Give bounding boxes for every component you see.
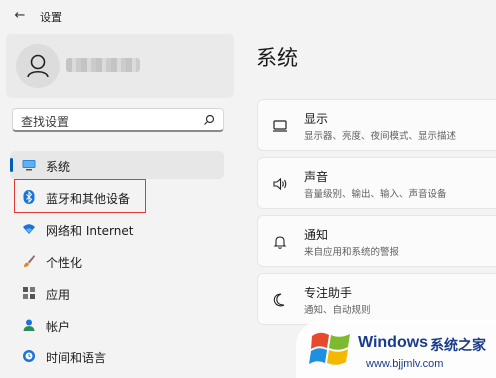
sidebar-item-personalization[interactable]: 个性化 <box>10 247 224 275</box>
card-title: 声音 <box>304 170 329 184</box>
windows-logo-icon <box>309 332 350 365</box>
settings-card-focus-assist[interactable]: 专注助手 通知、自动规则 <box>257 273 496 325</box>
moon-icon <box>273 293 285 307</box>
globe-clock-icon <box>23 350 35 362</box>
sidebar-item-label: 应用 <box>46 288 71 302</box>
apps-icon <box>23 287 35 299</box>
search-placeholder: 查找设置 <box>21 115 70 129</box>
card-title: 专注助手 <box>304 286 353 300</box>
person-icon <box>23 319 35 331</box>
sidebar-item-system[interactable]: 系统 <box>10 151 224 179</box>
monitor-icon <box>22 160 36 171</box>
person-icon <box>27 54 49 78</box>
sidebar-item-apps[interactable]: 应用 <box>10 279 224 307</box>
settings-card-notifications[interactable]: 通知 来自应用和系统的警报 <box>257 215 496 267</box>
selected-indicator <box>10 158 13 172</box>
search-input[interactable]: 查找设置 <box>12 108 224 132</box>
window-title: 设置 <box>40 11 62 24</box>
red-highlight-box <box>14 179 146 213</box>
settings-card-display[interactable]: 显示 显示器、亮度、夜间模式、显示描述 <box>257 99 496 151</box>
card-subtitle: 音量级别、输出、输入、声音设备 <box>304 189 447 200</box>
avatar <box>16 44 60 88</box>
settings-card-sound[interactable]: 声音 音量级别、输出、输入、声音设备 <box>257 157 496 209</box>
watermark-brand: Windows <box>358 334 429 351</box>
sidebar-item-network[interactable]: 网络和 Internet <box>10 215 224 243</box>
watermark-site-name: 系统之家 <box>430 338 486 354</box>
wifi-icon <box>23 224 35 234</box>
speaker-icon <box>273 177 287 191</box>
sidebar-item-label: 网络和 Internet <box>46 224 134 238</box>
sidebar-item-label: 系统 <box>46 160 71 174</box>
bell-icon <box>273 236 287 249</box>
sidebar-item-label: 个性化 <box>46 256 83 270</box>
card-subtitle: 来自应用和系统的警报 <box>304 247 400 258</box>
sidebar-item-label: 帐户 <box>46 320 71 334</box>
sidebar-item-time-language[interactable]: 时间和语言 <box>10 342 224 370</box>
page-title: 系统 <box>256 46 298 70</box>
title-bar: ← 设置 <box>0 0 496 32</box>
card-title: 显示 <box>304 112 329 126</box>
back-arrow-icon[interactable]: ← <box>12 8 28 24</box>
card-subtitle: 通知、自动规则 <box>304 305 371 316</box>
watermark-url: www.bjjmlv.com <box>366 358 444 370</box>
sidebar-item-label: 时间和语言 <box>46 351 107 365</box>
display-icon <box>273 120 287 132</box>
search-icon <box>204 114 215 125</box>
profile-name-blurred <box>66 58 140 72</box>
sidebar-item-accounts[interactable]: 帐户 <box>10 311 224 339</box>
profile-card[interactable] <box>6 34 234 98</box>
card-subtitle: 显示器、亮度、夜间模式、显示描述 <box>304 131 457 142</box>
card-title: 通知 <box>304 228 329 242</box>
brush-icon <box>24 255 35 267</box>
watermark: Windows 系统之家 www.bjjmlv.com <box>296 320 496 378</box>
